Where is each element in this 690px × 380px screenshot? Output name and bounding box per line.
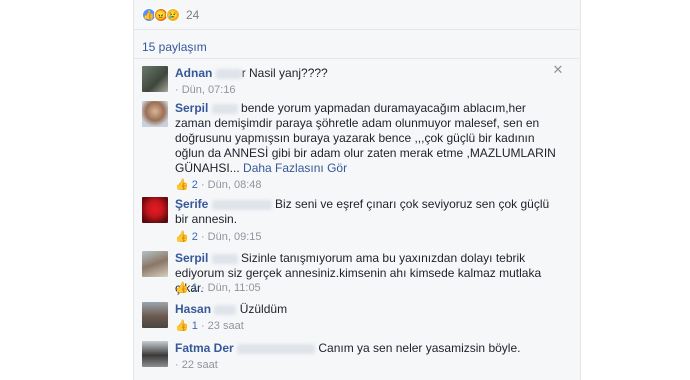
comment-meta: 👍 1 · Dün, 11:05 — [175, 282, 261, 294]
comment-time[interactable]: Dün, 07:16 — [182, 84, 236, 96]
comment-time[interactable]: 23 saat — [208, 320, 244, 332]
comment-meta: 👍 2 · Dün, 09:15 — [175, 231, 262, 243]
avatar[interactable] — [142, 302, 168, 328]
comment-meta: 👍 1 · 23 saat — [175, 320, 244, 332]
comment-like-count[interactable]: 1 — [192, 320, 198, 332]
like-icon: 👍 — [175, 320, 189, 332]
redacted-name — [211, 199, 272, 210]
redacted-name — [237, 343, 316, 354]
comment-meta: 👍 2 · Dün, 08:48 — [175, 179, 262, 191]
comment-text: Canım ya sen neler yasamizsin böyle. — [318, 341, 521, 355]
comment-time[interactable]: Dün, 09:15 — [208, 231, 262, 243]
comment-author[interactable]: Hasan — [175, 302, 211, 316]
avatar[interactable] — [142, 197, 168, 223]
avatar[interactable] — [142, 66, 168, 92]
comment-like-count[interactable]: 2 — [192, 179, 198, 191]
comment-time[interactable]: Dün, 11:05 — [208, 282, 261, 294]
comment-author[interactable]: Serpil — [175, 251, 208, 265]
comment-time[interactable]: 22 saat — [182, 359, 218, 371]
share-count-link[interactable]: 15 paylaşım — [142, 40, 207, 54]
comment-time[interactable]: Dün, 08:48 — [208, 179, 262, 191]
comment-like-count[interactable]: 1 — [192, 282, 198, 294]
like-icon: 👍 — [175, 179, 189, 191]
reaction-count[interactable]: 24 — [186, 8, 199, 22]
comment-text: r Nasil yanj???? — [241, 66, 328, 80]
comment-meta: · 22 saat — [175, 359, 218, 371]
comment-author[interactable]: Adnan — [175, 66, 212, 80]
comment-text: Üzüldüm — [239, 302, 288, 316]
comment-author[interactable]: Serpil — [175, 101, 208, 115]
avatar[interactable] — [142, 251, 168, 277]
like-icon: 👍 — [175, 282, 189, 294]
redacted-name — [214, 304, 237, 315]
avatar[interactable] — [142, 341, 168, 367]
divider — [133, 58, 579, 59]
comment-like-count[interactable]: 2 — [192, 231, 198, 243]
redacted-name — [211, 253, 238, 264]
redacted-name — [215, 68, 242, 79]
like-icon: 👍 — [175, 231, 189, 243]
avatar[interactable] — [142, 101, 168, 127]
comment-author[interactable]: Şerife — [175, 197, 208, 211]
reactions-bar[interactable]: 👍 😠 😢 24 — [142, 6, 199, 24]
comment-meta: · Dün, 07:16 — [175, 84, 236, 96]
see-more-link[interactable]: Daha Fazlasını Gör — [243, 161, 347, 175]
comment-author[interactable]: Fatma Der — [175, 341, 234, 355]
sad-reaction-icon: 😢 — [166, 8, 180, 22]
redacted-name — [211, 103, 238, 114]
divider — [133, 29, 579, 30]
